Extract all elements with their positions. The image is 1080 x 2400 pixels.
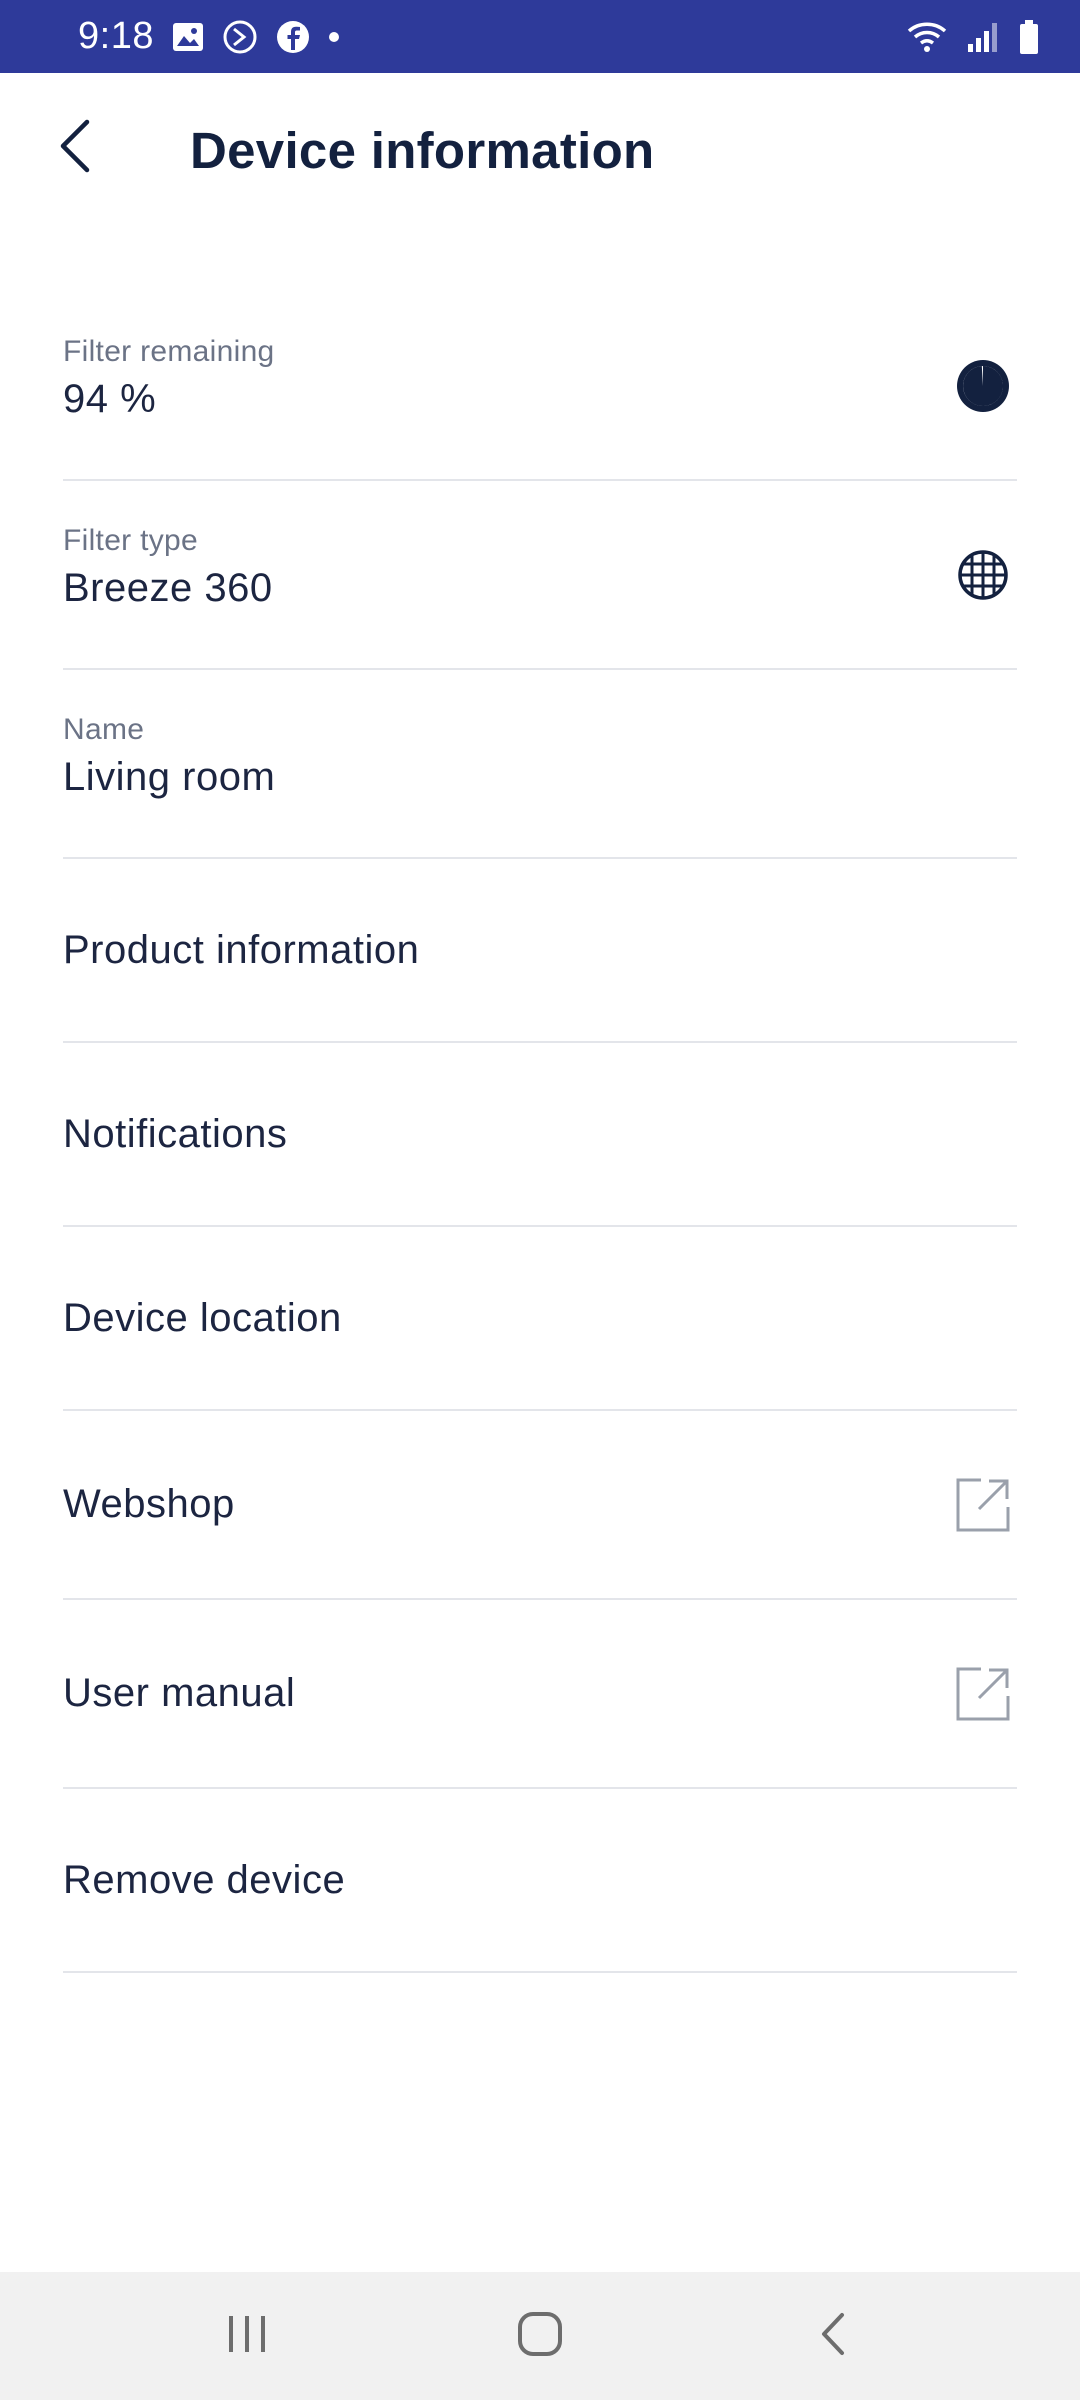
home-button[interactable] bbox=[490, 2286, 590, 2386]
name-row[interactable]: Name Living room bbox=[63, 670, 1017, 859]
remove-device-row[interactable]: Remove device bbox=[63, 1789, 1017, 1973]
filter-remaining-label: Filter remaining bbox=[63, 335, 275, 368]
image-icon bbox=[172, 22, 204, 52]
status-bar: 9:18 bbox=[0, 0, 1080, 73]
battery-icon bbox=[1018, 19, 1040, 55]
product-information-row[interactable]: Product information bbox=[63, 859, 1017, 1043]
recent-apps-icon bbox=[225, 2314, 269, 2359]
app-header: Device information bbox=[0, 73, 1080, 233]
back-icon bbox=[818, 2311, 848, 2362]
status-bar-right bbox=[906, 19, 1040, 55]
back-button[interactable] bbox=[40, 113, 110, 183]
external-link-icon bbox=[953, 1664, 1013, 1724]
name-value: Living room bbox=[63, 755, 276, 799]
user-manual-label: User manual bbox=[63, 1671, 296, 1715]
remove-device-label: Remove device bbox=[63, 1857, 346, 1902]
device-information-screen: 9:18 Device information Filter remaining… bbox=[0, 0, 1080, 2400]
chevron-left-icon bbox=[55, 118, 95, 179]
filter-type-row[interactable]: Filter type Breeze 360 bbox=[63, 481, 1017, 670]
device-location-label: Device location bbox=[63, 1295, 342, 1340]
filter-type-value: Breeze 360 bbox=[63, 566, 273, 610]
status-bar-left: 9:18 bbox=[78, 15, 340, 58]
dot-icon bbox=[328, 31, 340, 43]
page-title: Device information bbox=[190, 122, 655, 179]
recent-apps-button[interactable] bbox=[197, 2286, 297, 2386]
globe-grid-icon bbox=[953, 545, 1013, 605]
filter-remaining-value: 94 % bbox=[63, 377, 157, 421]
filter-remaining-row[interactable]: Filter remaining 94 % bbox=[63, 292, 1017, 481]
product-information-label: Product information bbox=[63, 927, 420, 972]
webshop-label: Webshop bbox=[63, 1482, 235, 1526]
external-link-icon bbox=[953, 1475, 1013, 1535]
home-icon bbox=[517, 2311, 563, 2362]
device-location-row[interactable]: Device location bbox=[63, 1227, 1017, 1411]
name-label: Name bbox=[63, 713, 145, 746]
webshop-row[interactable]: Webshop bbox=[63, 1411, 1017, 1600]
user-manual-row[interactable]: User manual bbox=[63, 1600, 1017, 1789]
notifications-row[interactable]: Notifications bbox=[63, 1043, 1017, 1227]
sync-icon bbox=[222, 19, 258, 55]
notifications-label: Notifications bbox=[63, 1111, 288, 1156]
wifi-icon bbox=[906, 19, 948, 55]
back-nav-button[interactable] bbox=[783, 2286, 883, 2386]
facebook-icon bbox=[276, 20, 310, 54]
timer-icon bbox=[953, 356, 1013, 416]
filter-type-label: Filter type bbox=[63, 524, 199, 557]
system-nav-bar bbox=[0, 2272, 1080, 2400]
device-info-list: Filter remaining 94 % Filter type Breeze… bbox=[63, 292, 1017, 1973]
signal-icon bbox=[966, 20, 1000, 54]
status-time: 9:18 bbox=[78, 15, 154, 57]
